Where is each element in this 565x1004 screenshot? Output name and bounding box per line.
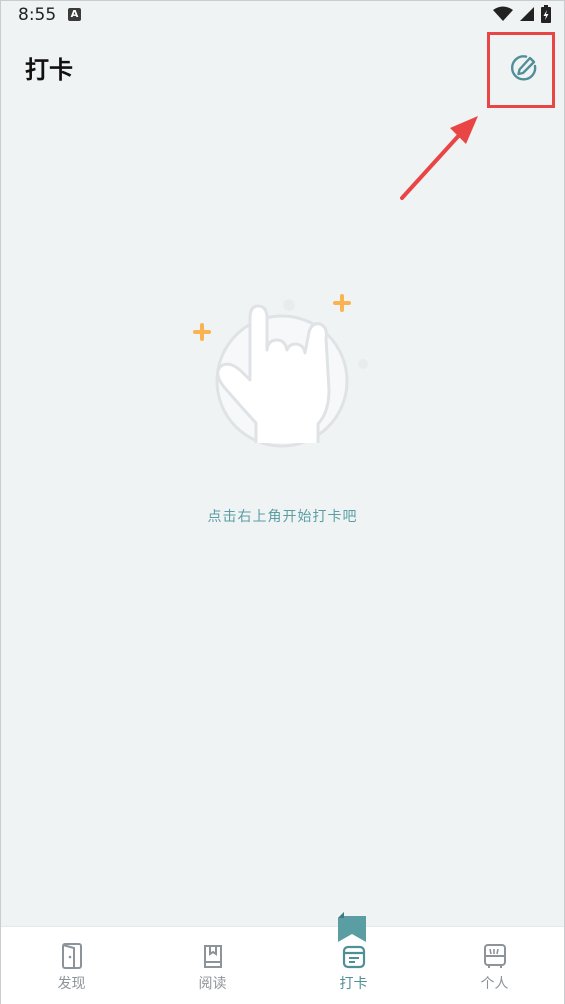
profile-icon [483, 944, 506, 968]
tab-discover[interactable]: 发现 [1, 927, 142, 1004]
signal-icon [520, 7, 534, 21]
page-title: 打卡 [25, 55, 73, 84]
tab-label: 阅读 [198, 976, 227, 992]
tab-label: 发现 [57, 976, 86, 992]
tab-label: 打卡 [339, 976, 368, 992]
status-bar: 8:55 A [0, 0, 565, 32]
pointing-hand-illustration [193, 294, 368, 448]
calendar-icon [342, 945, 365, 969]
door-icon [61, 943, 82, 969]
active-tab-bookmark-icon [338, 912, 366, 942]
empty-state-hint: 点击右上角开始打卡吧 [207, 509, 358, 525]
status-icons [493, 5, 551, 23]
tab-reading[interactable]: 阅读 [142, 927, 283, 1004]
status-time: 8:55 [18, 5, 57, 25]
bottom-tab-bar: 发现 阅读 打卡 个人 [1, 926, 564, 1004]
battery-charging-icon [541, 5, 551, 23]
header: 打卡 [0, 34, 565, 104]
edit-pencil-icon [510, 55, 537, 81]
wifi-icon [493, 6, 513, 21]
book-icon [203, 945, 222, 968]
screen-frame [0, 0, 565, 1004]
tab-profile[interactable]: 个人 [424, 927, 565, 1004]
notification-a-icon: A [68, 8, 81, 21]
edit-button[interactable] [504, 48, 544, 88]
tab-label: 个人 [480, 976, 509, 992]
